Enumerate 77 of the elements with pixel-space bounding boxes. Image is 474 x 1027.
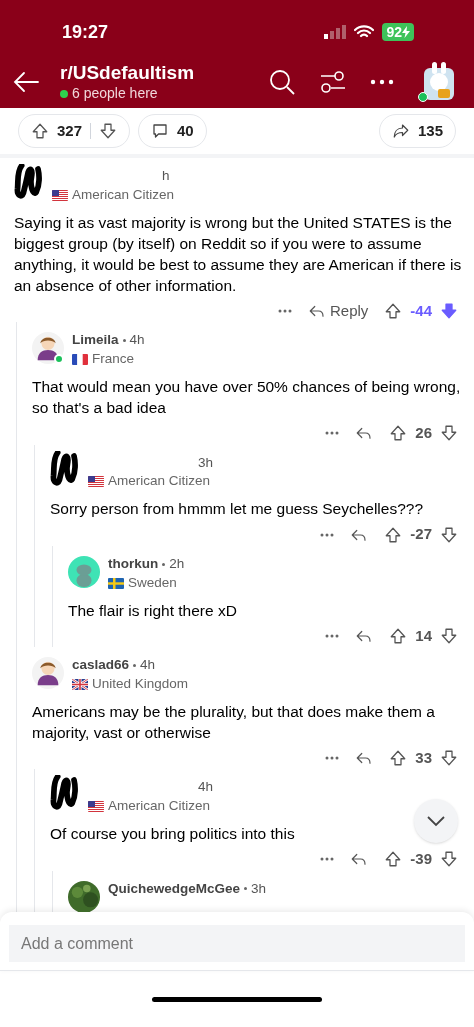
vote-score: -27 xyxy=(410,524,432,545)
comment-time: 4h xyxy=(198,779,214,797)
more-options-icon[interactable] xyxy=(320,532,335,537)
downvote-icon[interactable] xyxy=(440,424,458,443)
upvote-icon[interactable] xyxy=(384,525,403,544)
comment-time: 3h xyxy=(251,880,267,898)
flag-icon xyxy=(52,189,68,201)
comment-text: The flair is right there xD xyxy=(68,600,238,621)
user-flair: American Citizen xyxy=(72,186,175,204)
battery-indicator: 92 xyxy=(382,23,414,41)
upvote-count: 327 xyxy=(57,120,83,141)
chevron-down-icon xyxy=(426,815,446,827)
upvote-icon[interactable] xyxy=(389,424,408,443)
status-time: 19:27 xyxy=(62,20,109,44)
comment-text: Saying it as vast majority is wrong but the United STATES is the biggest group (by itself) on Reddit so if you were to assume anything, it would be best to assume they are American if there is an absence of other information. xyxy=(14,212,463,296)
subreddit-title[interactable]: r/USdefaultism xyxy=(60,61,195,86)
downvote-icon[interactable] xyxy=(440,525,458,544)
upvote-icon[interactable] xyxy=(31,122,49,140)
comment-input[interactable]: Add a comment xyxy=(9,925,465,962)
upvote-icon[interactable] xyxy=(384,850,403,869)
username[interactable]: Limeila xyxy=(72,332,119,350)
flag-icon xyxy=(108,577,124,589)
comment-time: 3h xyxy=(198,454,214,472)
username[interactable]: QuichewedgeMcGee xyxy=(108,880,241,898)
charging-bolt-icon xyxy=(402,26,410,38)
signal-icon xyxy=(324,25,347,39)
more-options-icon[interactable] xyxy=(277,309,292,313)
more-options-icon[interactable] xyxy=(370,79,394,85)
comment-time: 2h xyxy=(169,555,185,573)
comment-text: That would mean you have over 50% chances of being wrong, so that's a bad idea xyxy=(32,377,462,418)
more-options-icon[interactable] xyxy=(325,756,340,760)
comment-time: h xyxy=(162,168,170,185)
search-icon[interactable] xyxy=(268,68,296,96)
vote-score: 14 xyxy=(415,625,432,646)
flag-icon xyxy=(88,476,104,488)
wifi-icon xyxy=(354,25,375,39)
reply-button[interactable]: Reply xyxy=(307,299,369,323)
downvote-icon[interactable] xyxy=(440,749,458,767)
comment-text: Americans may be the plurality, but that does make them a majority, vast or otherwise xyxy=(32,701,436,743)
presence-count: 6 people here xyxy=(72,85,158,103)
username[interactable]: thorkun xyxy=(108,555,159,573)
downvote-icon[interactable] xyxy=(440,302,458,320)
back-arrow-icon[interactable] xyxy=(12,70,40,94)
comment-time: 4h xyxy=(140,657,156,674)
user-flair: Sweden xyxy=(128,574,177,592)
vote-score: -39 xyxy=(410,849,432,869)
more-options-icon[interactable] xyxy=(320,857,335,862)
separator-dot-icon xyxy=(244,887,248,891)
comment-time: 4h xyxy=(129,332,145,350)
vote-score: 26 xyxy=(415,423,432,443)
comment-text: Sorry person from hmmm let me guess Seychelles??? xyxy=(50,499,424,520)
flag-icon xyxy=(72,678,88,690)
more-options-icon[interactable] xyxy=(325,633,340,638)
flag-icon xyxy=(72,354,88,366)
vote-score: -44 xyxy=(410,300,432,321)
comment-text: Of course you bring politics into this xyxy=(50,824,296,844)
user-flair: American Citizen xyxy=(108,473,211,491)
user-flair: France xyxy=(92,351,135,368)
vote-score: 33 xyxy=(415,747,432,768)
user-flair: United Kingdom xyxy=(92,675,189,693)
upvote-icon[interactable] xyxy=(389,626,408,645)
more-options-icon[interactable] xyxy=(325,431,340,436)
upvote-icon[interactable] xyxy=(389,749,408,767)
comment-icon xyxy=(151,122,170,140)
username[interactable]: caslad66 xyxy=(72,657,130,674)
share-icon xyxy=(391,122,410,140)
separator-dot-icon xyxy=(162,562,166,566)
upvote-icon[interactable] xyxy=(384,302,403,320)
flag-icon xyxy=(88,801,104,813)
filter-icon[interactable] xyxy=(320,70,346,94)
downvote-icon[interactable] xyxy=(440,626,458,645)
downvote-icon[interactable] xyxy=(99,122,118,140)
downvote-icon[interactable] xyxy=(440,850,458,869)
separator-dot-icon xyxy=(122,339,126,343)
user-flair: American Citizen xyxy=(108,798,211,815)
scroll-down-button[interactable] xyxy=(414,799,458,843)
separator-dot-icon xyxy=(133,663,137,667)
